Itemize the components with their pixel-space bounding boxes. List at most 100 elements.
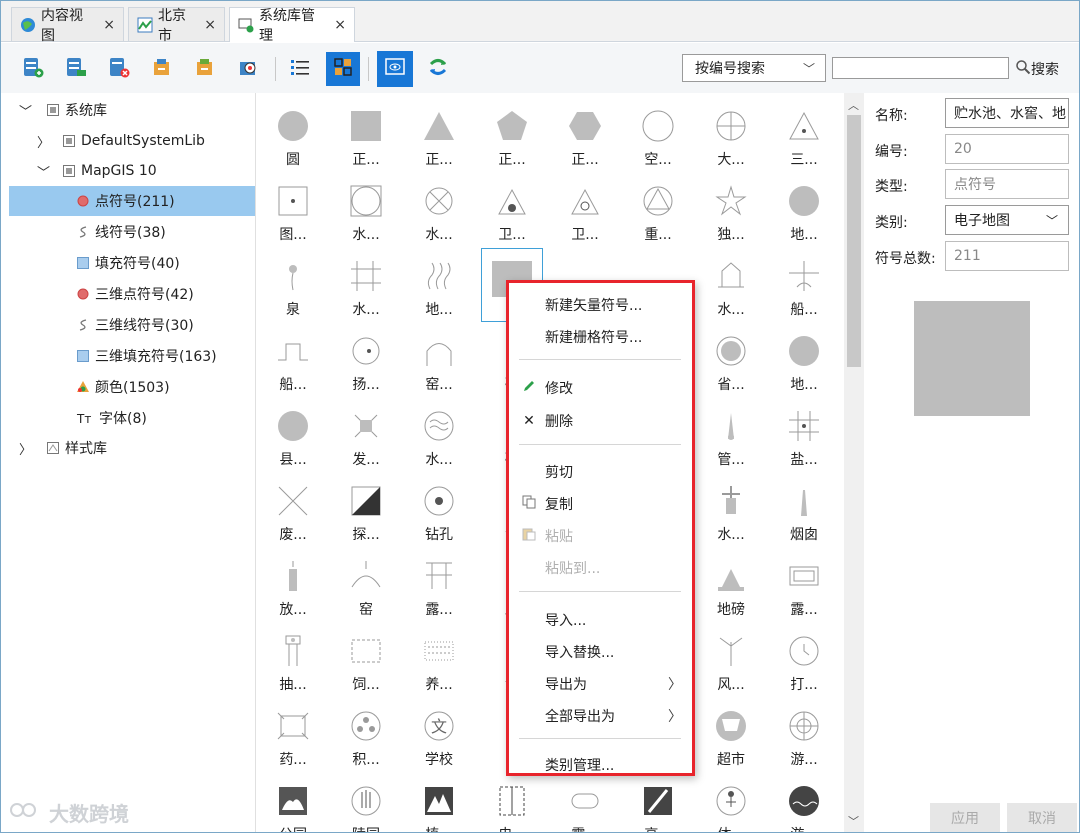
symbol-cell[interactable]: 露...: [774, 549, 834, 621]
menu-new-vector-symbol[interactable]: 新建矢量符号...: [509, 290, 692, 320]
symbol-cell[interactable]: 水...: [336, 174, 396, 246]
symbol-cell[interactable]: 超市: [701, 699, 761, 771]
symbol-cell[interactable]: 打...: [774, 624, 834, 696]
menu-delete[interactable]: ✕ 删除: [509, 406, 692, 436]
symbol-cell[interactable]: 高...: [628, 774, 688, 832]
tree-node-fill-symbols[interactable]: 填充符号(40): [77, 248, 180, 278]
symbol-cell[interactable]: 地...: [409, 249, 469, 321]
menu-new-raster-symbol[interactable]: 新建栅格符号...: [509, 322, 692, 352]
scroll-down-icon[interactable]: ﹀: [848, 813, 859, 829]
delete-lib-button[interactable]: [102, 52, 136, 86]
category-select[interactable]: 电子地图 ﹀: [945, 205, 1069, 235]
symbol-cell[interactable]: 烟囱: [774, 474, 834, 546]
symbol-cell[interactable]: 盐...: [774, 399, 834, 471]
symbol-cell[interactable]: 体...: [701, 774, 761, 832]
symbol-cell[interactable]: 露...: [555, 774, 615, 832]
close-icon[interactable]: ×: [334, 17, 346, 33]
symbol-cell[interactable]: 县...: [263, 399, 323, 471]
chevron-down-icon[interactable]: ﹀: [37, 162, 51, 181]
search-mode-select[interactable]: 按编号搜索 ﹀: [682, 54, 826, 82]
tab-system-library[interactable]: 系统库管理 ×: [229, 7, 355, 44]
cancel-button[interactable]: 取消: [1007, 803, 1077, 832]
symbol-cell[interactable]: 正...: [409, 99, 469, 171]
tree-node-system-library[interactable]: ﹀ 系统库: [19, 95, 107, 125]
symbol-cell[interactable]: 图...: [263, 174, 323, 246]
search-input[interactable]: [832, 57, 1009, 79]
chevron-right-icon[interactable]: 〉: [19, 439, 33, 458]
symbol-cell[interactable]: 卫...: [482, 174, 542, 246]
symbol-cell[interactable]: 电...: [482, 774, 542, 832]
symbol-cell[interactable]: 露...: [409, 549, 469, 621]
symbol-cell[interactable]: 放...: [263, 549, 323, 621]
export-lib-button[interactable]: [188, 52, 222, 86]
symbol-cell[interactable]: 水...: [701, 249, 761, 321]
search-button[interactable]: 搜索: [1015, 58, 1059, 80]
close-icon[interactable]: ×: [204, 17, 216, 33]
symbol-cell[interactable]: 水...: [701, 474, 761, 546]
symbol-cell[interactable]: 独...: [701, 174, 761, 246]
symbol-cell[interactable]: 正...: [336, 99, 396, 171]
symbol-cell[interactable]: 卫...: [555, 174, 615, 246]
symbol-cell[interactable]: 探...: [336, 474, 396, 546]
tree-node-3d-fill-symbols[interactable]: 三维填充符号(163): [77, 341, 217, 371]
lib-settings-button[interactable]: [231, 52, 265, 86]
icon-view-button[interactable]: [326, 52, 360, 86]
tree-node-mapgis10[interactable]: ﹀ MapGIS 10: [37, 156, 157, 186]
menu-copy[interactable]: 复制: [509, 489, 692, 519]
symbol-cell[interactable]: 植...: [409, 774, 469, 832]
add-lib-button[interactable]: [59, 52, 93, 86]
scrollbar[interactable]: ︿ ﹀: [844, 93, 864, 832]
tree-node-line-symbols[interactable]: 线符号(38): [77, 217, 166, 247]
menu-export-all-as[interactable]: 全部导出为 〉: [509, 701, 692, 731]
tree-node-3d-line-symbols[interactable]: 三维线符号(30): [77, 310, 194, 340]
symbol-cell[interactable]: 游...: [774, 774, 834, 832]
tree-node-fonts[interactable]: Tт 字体(8): [77, 403, 147, 433]
refresh-button[interactable]: [421, 52, 455, 86]
tree-node-defaultsystemlib[interactable]: 〉 DefaultSystemLib: [37, 126, 205, 156]
close-icon[interactable]: ×: [103, 17, 115, 33]
tree-node-style-library[interactable]: 〉 样式库: [19, 433, 107, 463]
symbol-cell[interactable]: 三...: [774, 99, 834, 171]
tree-node-point-symbols[interactable]: 点符号(211): [9, 186, 255, 216]
apply-button[interactable]: 应用: [930, 803, 1000, 832]
tab-beijing[interactable]: 北京市 ×: [128, 7, 225, 44]
symbol-cell[interactable]: 空...: [628, 99, 688, 171]
menu-cut[interactable]: 剪切: [509, 457, 692, 487]
symbol-cell[interactable]: 大...: [701, 99, 761, 171]
symbol-cell[interactable]: 风...: [701, 624, 761, 696]
symbol-cell[interactable]: 地...: [774, 174, 834, 246]
symbol-cell[interactable]: 文学校: [409, 699, 469, 771]
symbol-cell[interactable]: 水...: [409, 399, 469, 471]
menu-import[interactable]: 导入...: [509, 605, 692, 635]
symbol-cell[interactable]: 养...: [409, 624, 469, 696]
scrollbar-thumb[interactable]: [847, 115, 861, 367]
symbol-cell[interactable]: 管...: [701, 399, 761, 471]
symbol-cell[interactable]: 废...: [263, 474, 323, 546]
symbol-cell[interactable]: 扬...: [336, 324, 396, 396]
tree-node-3d-point-symbols[interactable]: 三维点符号(42): [77, 279, 194, 309]
symbol-cell[interactable]: 积...: [336, 699, 396, 771]
symbol-cell[interactable]: 药...: [263, 699, 323, 771]
symbol-cell[interactable]: 公园: [263, 774, 323, 832]
symbol-cell[interactable]: 水...: [409, 174, 469, 246]
preview-button[interactable]: [377, 51, 413, 87]
scroll-up-icon[interactable]: ︿: [848, 97, 859, 113]
list-view-button[interactable]: [283, 52, 317, 86]
symbol-cell[interactable]: 泉: [263, 249, 323, 321]
symbol-cell[interactable]: 抽...: [263, 624, 323, 696]
symbol-cell[interactable]: 船...: [774, 249, 834, 321]
symbol-cell[interactable]: 游...: [774, 699, 834, 771]
name-field[interactable]: 贮水池、水窖、地: [945, 98, 1069, 128]
symbol-cell[interactable]: 正...: [482, 99, 542, 171]
new-lib-button[interactable]: [16, 52, 50, 86]
symbol-cell[interactable]: 钻孔: [409, 474, 469, 546]
symbol-cell[interactable]: 重...: [628, 174, 688, 246]
symbol-cell[interactable]: 水...: [336, 249, 396, 321]
menu-modify[interactable]: 修改: [509, 373, 692, 403]
symbol-cell[interactable]: 船...: [263, 324, 323, 396]
tab-content-view[interactable]: 内容视图 ×: [11, 7, 124, 44]
symbol-cell[interactable]: 圆: [263, 99, 323, 171]
symbol-cell[interactable]: 陵园: [336, 774, 396, 832]
symbol-cell[interactable]: 正...: [555, 99, 615, 171]
chevron-down-icon[interactable]: ﹀: [19, 101, 33, 120]
